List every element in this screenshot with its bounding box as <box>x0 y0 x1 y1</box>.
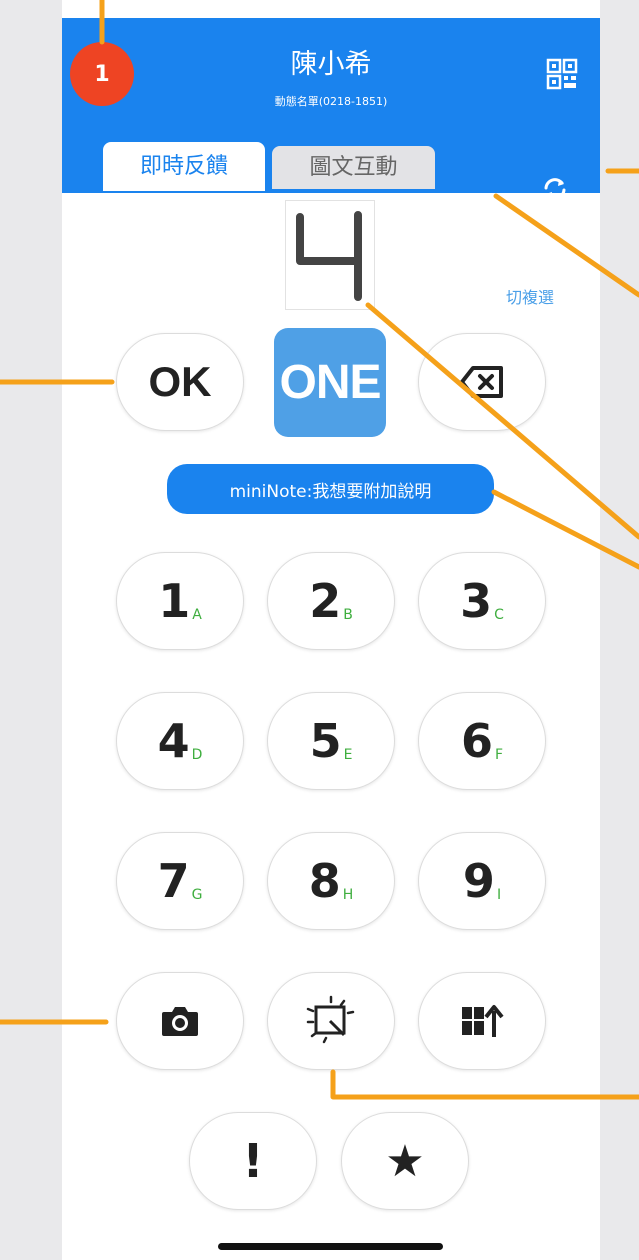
switch-multiselect-link[interactable]: 切複選 <box>506 284 554 308</box>
key-1[interactable]: 1A <box>116 552 244 650</box>
answer-digit-display <box>296 211 362 301</box>
key-digit: 3 <box>460 574 493 628</box>
backspace-button[interactable] <box>418 333 546 431</box>
key-digit: 2 <box>309 574 342 628</box>
key-digit: 7 <box>157 854 190 908</box>
key-letter: C <box>494 607 504 623</box>
key-7[interactable]: 7G <box>116 832 244 930</box>
layout-upload-button[interactable] <box>418 972 546 1070</box>
sync-icon[interactable] <box>540 176 570 202</box>
key-4[interactable]: 4D <box>116 692 244 790</box>
key-letter: E <box>343 747 353 763</box>
key-8[interactable]: 8H <box>267 832 395 930</box>
key-letter: F <box>494 747 504 763</box>
key-5[interactable]: 5E <box>267 692 395 790</box>
key-6[interactable]: 6F <box>418 692 546 790</box>
key-digit: 9 <box>462 854 495 908</box>
key-letter: B <box>343 607 353 623</box>
key-letter: A <box>192 607 202 623</box>
key-digit: 4 <box>157 714 190 768</box>
key-3[interactable]: 3C <box>418 552 546 650</box>
callout-badge: 1 <box>70 42 134 106</box>
key-letter: G <box>191 887 203 903</box>
camera-icon <box>162 1007 198 1036</box>
right-gray-margin <box>600 0 639 1260</box>
screenshot-icon <box>306 995 355 1044</box>
tab-image-text-interaction[interactable]: 圖文互動 <box>272 146 435 189</box>
student-name: 陳小希 <box>290 49 372 80</box>
key-digit: 8 <box>308 854 341 908</box>
screenshot-button[interactable] <box>267 972 395 1070</box>
layout-upload-icon <box>462 1005 504 1037</box>
key-digit: 1 <box>158 574 191 628</box>
roster-subtitle: 動態名單(0218-1851) <box>274 95 388 108</box>
mininote-button[interactable]: miniNote:我想要附加說明 <box>167 464 494 514</box>
ok-button[interactable]: OK <box>116 333 244 431</box>
tab-instant-feedback[interactable]: 即時反饋 <box>103 142 265 191</box>
key-letter: H <box>342 887 354 903</box>
key-2[interactable]: 2B <box>267 552 395 650</box>
exclaim-button[interactable]: ! <box>189 1112 317 1210</box>
qrcode-icon[interactable] <box>546 58 578 90</box>
camera-button[interactable] <box>116 972 244 1070</box>
answer-display: 4 <box>285 200 375 310</box>
one-button[interactable]: ONE <box>274 328 386 437</box>
home-indicator <box>218 1243 443 1250</box>
star-button[interactable]: ★ <box>341 1112 469 1210</box>
key-9[interactable]: 9I <box>418 832 546 930</box>
backspace-icon <box>460 366 503 398</box>
key-letter: I <box>496 887 502 903</box>
key-digit: 5 <box>309 714 342 768</box>
key-letter: D <box>191 747 203 763</box>
left-gray-margin <box>0 0 62 1260</box>
key-digit: 6 <box>460 714 493 768</box>
